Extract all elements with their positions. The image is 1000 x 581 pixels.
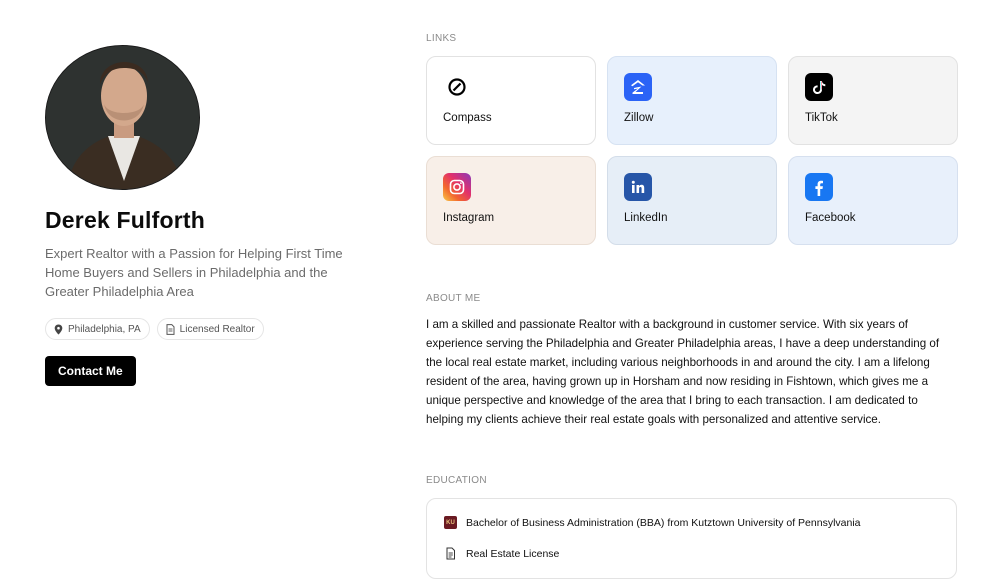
location-text: Philadelphia, PA (68, 323, 141, 335)
link-label-compass: Compass (443, 112, 492, 124)
avatar-photo (45, 45, 200, 190)
zillow-icon (624, 73, 652, 101)
license-chip: Licensed Realtor (156, 318, 264, 340)
link-label-tiktok: TikTok (805, 112, 838, 124)
education-item: Real Estate License (444, 547, 559, 560)
education-item: KU Bachelor of Business Administration (… (444, 516, 861, 529)
link-card-compass[interactable]: Compass (426, 56, 596, 145)
profile-chips: Philadelphia, PA Licensed Realtor (45, 318, 365, 340)
links-section-label: LINKS (426, 33, 457, 44)
link-card-zillow[interactable]: Zillow (607, 56, 777, 145)
profile-panel: Derek Fulforth Expert Realtor with a Pas… (45, 30, 365, 386)
profile-tagline: Expert Realtor with a Passion for Helpin… (45, 246, 343, 299)
link-card-facebook[interactable]: Facebook (788, 156, 958, 245)
link-label-zillow: Zillow (624, 112, 654, 124)
location-chip: Philadelphia, PA (45, 318, 150, 340)
education-item-label: Real Estate License (466, 547, 560, 560)
about-section-label: ABOUT ME (426, 293, 481, 304)
contact-me-button[interactable]: Contact Me (45, 356, 136, 386)
avatar (45, 30, 200, 190)
about-text: I am a skilled and passionate Realtor wi… (426, 318, 940, 426)
facebook-icon (805, 173, 833, 201)
link-card-instagram[interactable]: Instagram (426, 156, 596, 245)
location-pin-icon (54, 324, 63, 334)
links-grid: Compass Zillow TikTok Instagram LinkedIn… (426, 56, 958, 245)
compass-icon (443, 73, 471, 101)
link-label-instagram: Instagram (443, 212, 495, 224)
link-card-linkedin[interactable]: LinkedIn (607, 156, 777, 245)
link-label-linkedin: LinkedIn (624, 212, 668, 224)
instagram-icon (443, 173, 471, 201)
document-icon (166, 323, 175, 335)
university-logo-icon: KU (444, 516, 457, 529)
link-label-facebook: Facebook (805, 212, 856, 224)
profile-name: Derek Fulforth (45, 207, 205, 233)
document-icon (446, 547, 455, 560)
linkedin-icon (624, 173, 652, 201)
license-text: Licensed Realtor (179, 323, 255, 335)
tiktok-icon (805, 73, 833, 101)
education-section-label: EDUCATION (426, 475, 487, 486)
link-card-tiktok[interactable]: TikTok (788, 56, 958, 145)
education-card: KU Bachelor of Business Administration (… (426, 498, 957, 579)
education-item-label: Bachelor of Business Administration (BBA… (466, 516, 861, 529)
